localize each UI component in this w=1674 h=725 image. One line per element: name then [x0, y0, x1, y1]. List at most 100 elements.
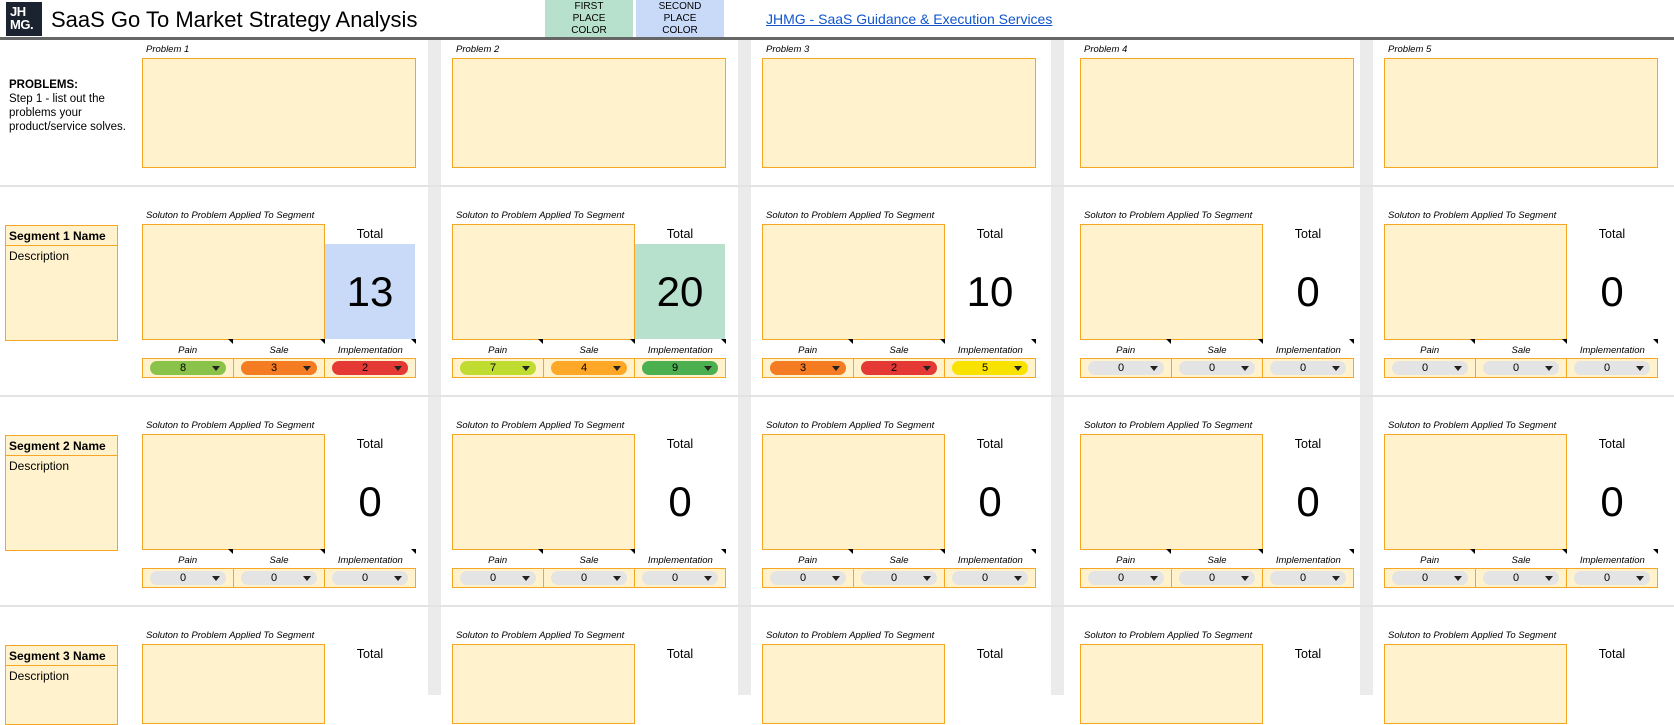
column-gutter	[428, 40, 441, 695]
implementation-dropdown[interactable]: 0	[1574, 361, 1650, 375]
implementation-label: Implementation	[1567, 555, 1658, 566]
jhmg-services-link[interactable]: JHMG - SaaS Guidance & Execution Service…	[766, 11, 1052, 27]
solution-input-box[interactable]	[1080, 644, 1263, 724]
solution-caption: Soluton to Problem Applied To Segment	[1084, 420, 1253, 431]
sale-dropdown[interactable]: 0	[551, 571, 627, 585]
pain-dropdown[interactable]: 0	[1392, 361, 1468, 375]
solution-caption: Soluton to Problem Applied To Segment	[1388, 210, 1557, 221]
pain-label: Pain	[142, 345, 233, 356]
problem-input-box[interactable]	[762, 58, 1036, 168]
implementation-dropdown[interactable]: 0	[1574, 571, 1650, 585]
pain-dropdown[interactable]: 0	[1088, 361, 1164, 375]
implementation-dropdown[interactable]: 9	[642, 361, 718, 375]
implementation-dropdown[interactable]: 0	[952, 571, 1028, 585]
pain-dropdown[interactable]: 0	[460, 571, 536, 585]
pain-dropdown[interactable]: 8	[150, 361, 226, 375]
solution-input-box[interactable]	[452, 644, 635, 724]
solution-input-box[interactable]	[762, 644, 945, 724]
sale-dropdown[interactable]: 2	[861, 361, 937, 375]
implementation-dropdown[interactable]: 0	[1270, 361, 1346, 375]
implementation-dropdown-cell: 0	[945, 569, 1035, 587]
implementation-label: Implementation	[945, 345, 1036, 356]
total-label: Total	[1598, 227, 1626, 241]
solution-input-box[interactable]	[1384, 644, 1567, 724]
score-labels: Pain Sale Implementation	[142, 555, 416, 566]
segment-name[interactable]: Segment 2 Name	[6, 436, 117, 456]
solution-input-box[interactable]	[1384, 224, 1567, 340]
sale-dropdown-cell: 3	[234, 359, 325, 377]
solution-input-box[interactable]	[142, 434, 325, 550]
segment-description[interactable]: Description	[6, 666, 117, 683]
total-label: Total	[1294, 647, 1322, 661]
solution-caption: Soluton to Problem Applied To Segment	[456, 210, 625, 221]
segment-description[interactable]: Description	[6, 246, 117, 263]
implementation-dropdown[interactable]: 2	[332, 361, 408, 375]
score-dropdowns: 0 0 0	[1080, 568, 1354, 588]
total-label: Total	[1294, 437, 1322, 451]
pain-dropdown[interactable]: 0	[1088, 571, 1164, 585]
segment-description[interactable]: Description	[6, 456, 117, 473]
sale-dropdown[interactable]: 0	[1179, 571, 1255, 585]
sale-dropdown[interactable]: 0	[1483, 361, 1559, 375]
sale-label: Sale	[853, 555, 944, 566]
problem-input-box[interactable]	[452, 58, 726, 168]
solution-input-box[interactable]	[142, 224, 325, 340]
implementation-dropdown[interactable]: 0	[642, 571, 718, 585]
problem-input-box[interactable]	[142, 58, 416, 168]
problems-heading: PROBLEMS:	[9, 79, 78, 91]
implementation-dropdown-cell: 0	[1567, 569, 1657, 587]
problem-input-box[interactable]	[1384, 58, 1658, 168]
implementation-dropdown-cell: 0	[1263, 359, 1353, 377]
implementation-label: Implementation	[635, 345, 726, 356]
implementation-dropdown[interactable]: 0	[1270, 571, 1346, 585]
pain-dropdown[interactable]: 0	[770, 571, 846, 585]
sale-dropdown-cell: 2	[854, 359, 945, 377]
solution-input-box[interactable]	[1080, 434, 1263, 550]
solution-input-box[interactable]	[762, 224, 945, 340]
total-label: Total	[666, 227, 694, 241]
segment-name[interactable]: Segment 1 Name	[6, 226, 117, 246]
pain-dropdown[interactable]: 0	[1392, 571, 1468, 585]
total-label: Total	[356, 227, 384, 241]
solution-input-box[interactable]	[142, 644, 325, 724]
total-label: Total	[356, 647, 384, 661]
segment-box[interactable]: Segment 3 Name Description	[5, 645, 118, 725]
solution-input-box[interactable]	[452, 224, 635, 340]
implementation-dropdown-cell: 0	[635, 569, 725, 587]
segment-name[interactable]: Segment 3 Name	[6, 646, 117, 666]
implementation-label: Implementation	[1263, 555, 1354, 566]
sale-dropdown[interactable]: 3	[241, 361, 317, 375]
segment-box[interactable]: Segment 1 Name Description	[5, 225, 118, 341]
score-dropdowns: 0 0 0	[762, 568, 1036, 588]
sale-dropdown-cell: 0	[1476, 569, 1567, 587]
sale-dropdown[interactable]: 0	[1179, 361, 1255, 375]
sale-dropdown[interactable]: 0	[1483, 571, 1559, 585]
solution-input-box[interactable]	[452, 434, 635, 550]
pain-dropdown-cell: 0	[1385, 569, 1476, 587]
score-labels: Pain Sale Implementation	[1384, 345, 1658, 356]
column-gutter	[1051, 40, 1064, 695]
implementation-dropdown-cell: 0	[325, 569, 415, 587]
pain-dropdown[interactable]: 7	[460, 361, 536, 375]
implementation-dropdown[interactable]: 0	[332, 571, 408, 585]
pain-dropdown[interactable]: 3	[770, 361, 846, 375]
implementation-dropdown[interactable]: 5	[952, 361, 1028, 375]
sale-dropdown-cell: 0	[1476, 359, 1567, 377]
score-dropdowns: 3 2 5	[762, 358, 1036, 378]
pain-label: Pain	[452, 345, 543, 356]
row-divider	[0, 395, 1674, 397]
implementation-dropdown-cell: 2	[325, 359, 415, 377]
score-labels: Pain Sale Implementation	[1080, 345, 1354, 356]
implementation-label: Implementation	[1263, 345, 1354, 356]
sale-label: Sale	[1475, 555, 1566, 566]
solution-input-box[interactable]	[1384, 434, 1567, 550]
sale-dropdown[interactable]: 0	[241, 571, 317, 585]
solution-input-box[interactable]	[762, 434, 945, 550]
solution-input-box[interactable]	[1080, 224, 1263, 340]
sale-dropdown[interactable]: 4	[551, 361, 627, 375]
problem-input-box[interactable]	[1080, 58, 1354, 168]
pain-dropdown[interactable]: 0	[150, 571, 226, 585]
sale-dropdown[interactable]: 0	[861, 571, 937, 585]
pain-dropdown-cell: 0	[1081, 359, 1172, 377]
segment-box[interactable]: Segment 2 Name Description	[5, 435, 118, 551]
